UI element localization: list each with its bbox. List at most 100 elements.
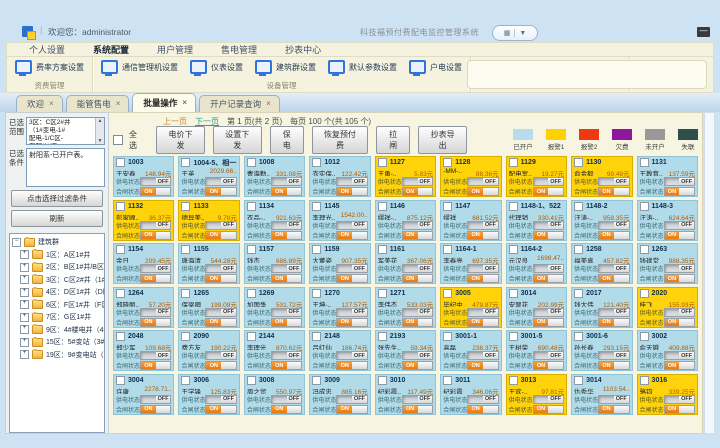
supply-toggle[interactable]: OFF bbox=[664, 395, 695, 404]
card-checkbox[interactable] bbox=[640, 202, 649, 211]
supply-toggle[interactable]: OFF bbox=[271, 221, 302, 230]
close-icon[interactable]: × bbox=[182, 100, 187, 106]
switch-toggle[interactable]: ON bbox=[664, 405, 695, 414]
switch-toggle[interactable]: ON bbox=[402, 318, 433, 327]
switch-toggle[interactable]: ON bbox=[140, 318, 171, 327]
supply-toggle[interactable]: OFF bbox=[664, 177, 695, 186]
card-checkbox[interactable] bbox=[181, 158, 190, 167]
switch-toggle[interactable]: ON bbox=[664, 187, 695, 196]
switch-toggle[interactable]: ON bbox=[205, 318, 236, 327]
card-checkbox[interactable] bbox=[640, 289, 649, 298]
toolbar-button[interactable]: 保电 bbox=[270, 126, 304, 154]
expand-icon[interactable]: + bbox=[20, 350, 29, 359]
listbox-scrollbar[interactable]: ▲ ▼ bbox=[95, 118, 104, 144]
supply-toggle[interactable]: OFF bbox=[271, 264, 302, 273]
supply-toggle[interactable]: OFF bbox=[598, 351, 629, 360]
supply-toggle[interactable]: OFF bbox=[598, 395, 629, 404]
supply-toggle[interactable]: OFF bbox=[205, 395, 236, 404]
card-checkbox[interactable] bbox=[181, 332, 190, 341]
card-checkbox[interactable] bbox=[247, 332, 256, 341]
ribbon-collapse-control[interactable]: ▦ ▼ bbox=[492, 25, 538, 41]
switch-toggle[interactable]: ON bbox=[664, 231, 695, 240]
supply-toggle[interactable]: OFF bbox=[467, 395, 498, 404]
tab[interactable]: 能管售电× bbox=[66, 95, 130, 112]
switch-toggle[interactable]: ON bbox=[336, 231, 367, 240]
card-checkbox[interactable] bbox=[640, 158, 649, 167]
card-checkbox[interactable] bbox=[378, 158, 387, 167]
switch-toggle[interactable]: ON bbox=[598, 274, 629, 283]
switch-toggle[interactable]: ON bbox=[467, 231, 498, 240]
switch-toggle[interactable]: ON bbox=[533, 318, 564, 327]
card-checkbox[interactable] bbox=[574, 376, 583, 385]
supply-toggle[interactable]: OFF bbox=[467, 221, 498, 230]
supply-toggle[interactable]: OFF bbox=[205, 308, 236, 317]
card-checkbox[interactable] bbox=[116, 289, 125, 298]
tree-root[interactable]: −建筑群 bbox=[12, 237, 102, 247]
switch-toggle[interactable]: ON bbox=[533, 187, 564, 196]
tab[interactable]: 批量操作× bbox=[132, 93, 196, 112]
supply-toggle[interactable]: OFF bbox=[467, 177, 498, 186]
card-checkbox[interactable] bbox=[443, 245, 452, 254]
supply-toggle[interactable]: OFF bbox=[533, 351, 564, 360]
supply-toggle[interactable]: OFF bbox=[467, 308, 498, 317]
supply-toggle[interactable]: OFF bbox=[140, 177, 171, 186]
tab[interactable]: 欢迎× bbox=[16, 95, 63, 112]
toolbar-button[interactable]: 抄表导出 bbox=[418, 126, 467, 154]
supply-toggle[interactable]: OFF bbox=[664, 308, 695, 317]
switch-toggle[interactable]: ON bbox=[205, 187, 236, 196]
card-checkbox[interactable] bbox=[378, 376, 387, 385]
close-icon[interactable]: × bbox=[266, 101, 271, 107]
card-checkbox[interactable] bbox=[640, 332, 649, 341]
supply-toggle[interactable]: OFF bbox=[467, 351, 498, 360]
tree-item[interactable]: +15区：5#变站（3#变 bbox=[20, 337, 102, 347]
card-checkbox[interactable] bbox=[378, 245, 387, 254]
supply-toggle[interactable]: OFF bbox=[402, 264, 433, 273]
card-checkbox[interactable] bbox=[181, 245, 190, 254]
card-checkbox[interactable] bbox=[312, 202, 321, 211]
expand-icon[interactable]: + bbox=[20, 313, 29, 322]
supply-toggle[interactable]: OFF bbox=[271, 308, 302, 317]
switch-toggle[interactable]: ON bbox=[533, 274, 564, 283]
ribbon-item[interactable]: 户电设置 bbox=[409, 60, 462, 74]
card-checkbox[interactable] bbox=[116, 376, 125, 385]
menu-item[interactable]: 系统配置 bbox=[79, 42, 143, 57]
toolbar-button[interactable]: 电价下发 bbox=[156, 126, 205, 154]
switch-toggle[interactable]: ON bbox=[271, 361, 302, 370]
supply-toggle[interactable]: OFF bbox=[140, 308, 171, 317]
switch-toggle[interactable]: ON bbox=[467, 361, 498, 370]
switch-toggle[interactable]: ON bbox=[402, 231, 433, 240]
card-checkbox[interactable] bbox=[312, 289, 321, 298]
switch-toggle[interactable]: ON bbox=[402, 187, 433, 196]
card-checkbox[interactable] bbox=[181, 289, 190, 298]
menu-item[interactable]: 个人设置 bbox=[15, 42, 79, 57]
switch-toggle[interactable]: ON bbox=[140, 274, 171, 283]
supply-toggle[interactable]: OFF bbox=[336, 308, 367, 317]
supply-toggle[interactable]: OFF bbox=[402, 395, 433, 404]
condition-textarea[interactable]: 射阳系-已开户表。 bbox=[26, 148, 105, 187]
switch-toggle[interactable]: ON bbox=[336, 318, 367, 327]
card-checkbox[interactable] bbox=[574, 158, 583, 167]
ribbon-item[interactable]: 通信管理机设置 bbox=[101, 60, 178, 74]
supply-toggle[interactable]: OFF bbox=[336, 351, 367, 360]
card-checkbox[interactable] bbox=[443, 289, 452, 298]
switch-toggle[interactable]: ON bbox=[271, 405, 302, 414]
card-checkbox[interactable] bbox=[509, 245, 518, 254]
card-checkbox[interactable] bbox=[181, 202, 190, 211]
card-checkbox[interactable] bbox=[509, 158, 518, 167]
tree-item[interactable]: +4区：D区1#井（D区1 bbox=[20, 287, 102, 297]
card-checkbox[interactable] bbox=[640, 245, 649, 254]
close-icon[interactable]: × bbox=[49, 101, 54, 107]
scroll-down-icon[interactable]: ▼ bbox=[98, 138, 103, 144]
next-page-link[interactable]: 下一页 bbox=[195, 116, 219, 127]
ribbon-item[interactable]: 仪表设置 bbox=[190, 60, 243, 74]
minimize-button[interactable]: — bbox=[697, 27, 710, 37]
supply-toggle[interactable]: OFF bbox=[402, 221, 433, 230]
supply-toggle[interactable]: OFF bbox=[205, 264, 236, 273]
toolbar-button[interactable]: 设置下发 bbox=[213, 126, 262, 154]
expand-icon[interactable]: + bbox=[20, 263, 29, 272]
ribbon-item[interactable]: 费率方案设置 bbox=[15, 60, 84, 74]
expand-icon[interactable]: + bbox=[20, 338, 29, 347]
listbox-line[interactable]: 东配/1#变.. bbox=[29, 143, 95, 145]
card-checkbox[interactable] bbox=[574, 245, 583, 254]
card-checkbox[interactable] bbox=[312, 332, 321, 341]
